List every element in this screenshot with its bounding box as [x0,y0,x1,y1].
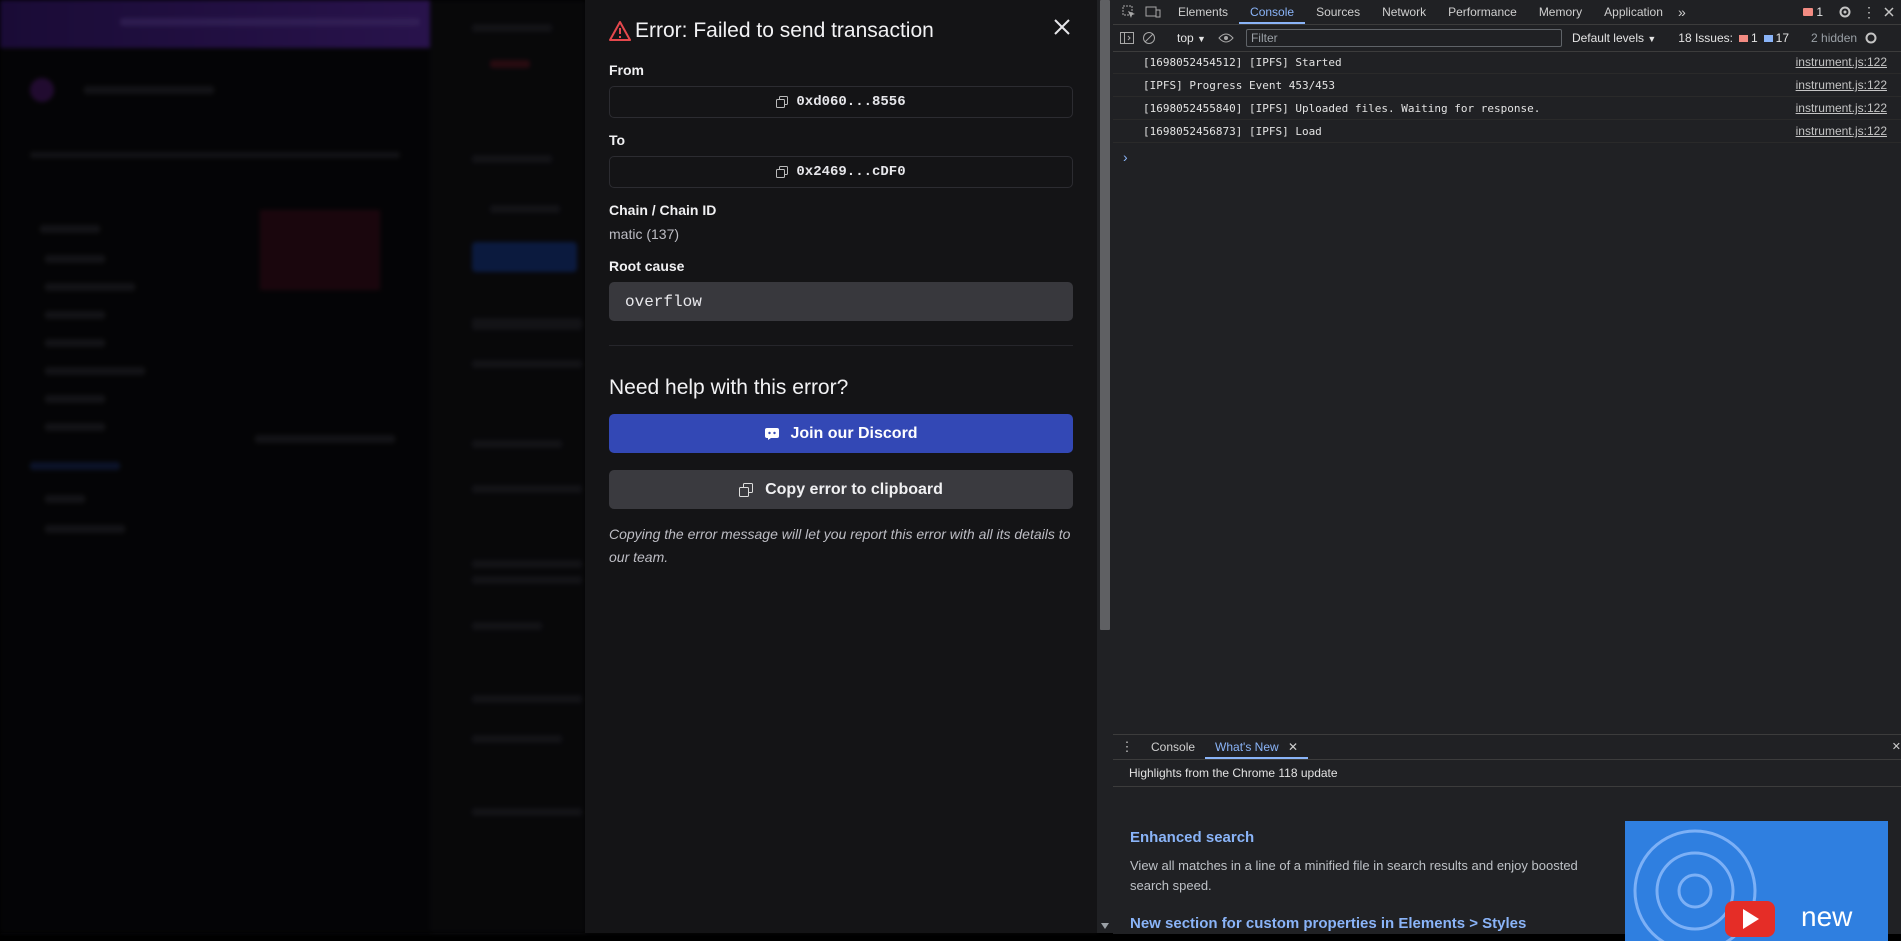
console-output: [1698052454512] [IPFS] Started instrumen… [1113,51,1901,734]
log-message: [1698052456873] [IPFS] Load [1143,124,1322,138]
tab-performance[interactable]: Performance [1437,0,1528,24]
drawer-tabbar: ⋮ Console What's New ✕ ✕ [1113,735,1901,760]
scrollbar-thumb[interactable] [1100,0,1110,630]
tab-network[interactable]: Network [1371,0,1437,24]
drawer-menu-icon[interactable]: ⋮ [1119,739,1135,755]
sidebar-toggle-icon[interactable] [1119,30,1135,46]
console-settings-gear-icon[interactable] [1863,30,1879,46]
from-address-copy[interactable]: 0xd060...8556 [609,86,1073,118]
thumbnail-caption: new [1801,901,1853,932]
copy-error-button[interactable]: Copy error to clipboard [609,470,1073,509]
console-filter-input[interactable] [1245,29,1562,47]
console-toolbar: top ▼ Default levels ▼ 18 Issues: 1 17 2… [1113,25,1901,52]
inspect-element-icon[interactable] [1121,4,1137,20]
to-label: To [609,132,626,148]
drawer-tab-whats-new[interactable]: What's New ✕ [1205,735,1309,759]
whats-new-item-title[interactable]: Enhanced search [1130,829,1254,846]
issue-error-icon [1738,34,1748,42]
more-options-icon[interactable]: ⋮ [1861,4,1877,20]
from-label: From [609,62,644,78]
page-scrollbar[interactable] [1097,0,1113,933]
error-counter[interactable]: 1 [1803,5,1823,19]
discord-icon [764,427,780,441]
tab-memory[interactable]: Memory [1528,0,1593,24]
to-address-copy[interactable]: 0x2469...cDF0 [609,156,1073,188]
to-address: 0x2469...cDF0 [796,164,906,180]
issues-error-count: 1 [1750,31,1758,45]
console-log-row: [1698052456873] [IPFS] Load instrument.j… [1113,120,1901,143]
error-count: 1 [1816,5,1823,19]
tab-sources[interactable]: Sources [1305,0,1371,24]
scroll-down-arrow[interactable] [1101,923,1109,929]
devtools-tabbar-right: 1 ⋮ [1803,0,1901,24]
log-source-link[interactable]: instrument.js:122 [1796,101,1887,115]
modal-header: Error: Failed to send transaction [609,0,1073,62]
console-prompt-icon[interactable]: › [1123,149,1901,165]
error-modal: Error: Failed to send transaction From 0… [585,0,1097,933]
join-discord-button[interactable]: Join our Discord [609,414,1073,453]
log-source-link[interactable]: instrument.js:122 [1796,78,1887,92]
modal-title: Error: Failed to send transaction [635,19,934,42]
log-message: [1698052454512] [IPFS] Started [1143,55,1342,69]
issues-counter[interactable]: 18 Issues: 1 17 [1678,31,1789,45]
console-log-row: [1698052454512] [IPFS] Started instrumen… [1113,51,1901,74]
help-title: Need help with this error? [609,376,849,399]
join-discord-label: Join our Discord [790,424,918,442]
drawer-tab-whats-new-label: What's New [1215,740,1279,754]
from-address: 0xd060...8556 [796,94,906,110]
hidden-count: 2 hidden [1811,31,1858,45]
issues-label: 18 Issues: [1678,31,1733,45]
drawer-tab-console[interactable]: Console [1141,735,1205,759]
chain-label: Chain / Chain ID [609,202,717,218]
copy-icon [776,96,789,108]
devtools-panel: Elements Console Sources Network Perform… [1113,0,1901,941]
close-drawer-icon[interactable]: ✕ [1892,740,1901,753]
help-note: Copying the error message will let you r… [609,526,1071,565]
console-log-row: [IPFS] Progress Event 453/453 instrument… [1113,74,1901,97]
log-message: [1698052455840] [IPFS] Uploaded files. W… [1143,101,1541,115]
chevron-down-icon: ▼ [1647,34,1657,44]
issues-info-count: 17 [1775,31,1790,45]
log-source-link[interactable]: instrument.js:122 [1796,55,1887,69]
whats-new-highlights: Highlights from the Chrome 118 update [1113,760,1901,787]
log-message: [IPFS] Progress Event 453/453 [1143,78,1336,92]
warning-icon [609,20,631,42]
tab-console[interactable]: Console [1239,0,1306,24]
close-icon[interactable] [1051,16,1073,38]
devtools-drawer: ⋮ Console What's New ✕ ✕ Highlights from… [1113,734,1901,941]
log-source-link[interactable]: instrument.js:122 [1796,124,1887,138]
root-cause-value: overflow [609,282,1073,321]
issue-info-icon [1763,34,1773,42]
chain-value: matic (137) [609,226,680,242]
whats-new-item-desc: View all matches in a line of a minified… [1130,858,1578,893]
tab-application[interactable]: Application [1593,0,1674,24]
whats-new-item-title[interactable]: New section for custom properties in Ele… [1130,915,1526,932]
tab-elements[interactable]: Elements [1167,0,1239,24]
chevron-down-icon: ▼ [1197,34,1206,44]
error-count-icon [1803,8,1814,16]
root-cause-label: Root cause [609,258,685,274]
more-tabs-icon[interactable]: » [1674,4,1690,20]
divider [609,345,1073,346]
copy-icon [776,166,789,178]
copy-icon [739,482,755,497]
device-toolbar-icon[interactable] [1145,4,1161,20]
live-expression-eye-icon[interactable] [1218,30,1234,46]
settings-gear-icon[interactable] [1837,4,1853,20]
close-tab-icon[interactable]: ✕ [1288,740,1298,754]
context-value: top [1177,31,1194,45]
copy-error-label: Copy error to clipboard [765,480,943,498]
clear-console-icon[interactable] [1141,30,1157,46]
log-levels-value: Default levels [1571,31,1644,45]
devtools-tabbar: Elements Console Sources Network Perform… [1113,0,1901,25]
console-log-row: [1698052455840] [IPFS] Uploaded files. W… [1113,97,1901,120]
close-devtools-icon[interactable] [1881,4,1897,20]
context-select[interactable]: top ▼ [1177,31,1206,45]
log-levels-select[interactable]: Default levels ▼ [1572,31,1656,45]
whats-new-video-thumbnail[interactable]: new [1625,821,1888,941]
